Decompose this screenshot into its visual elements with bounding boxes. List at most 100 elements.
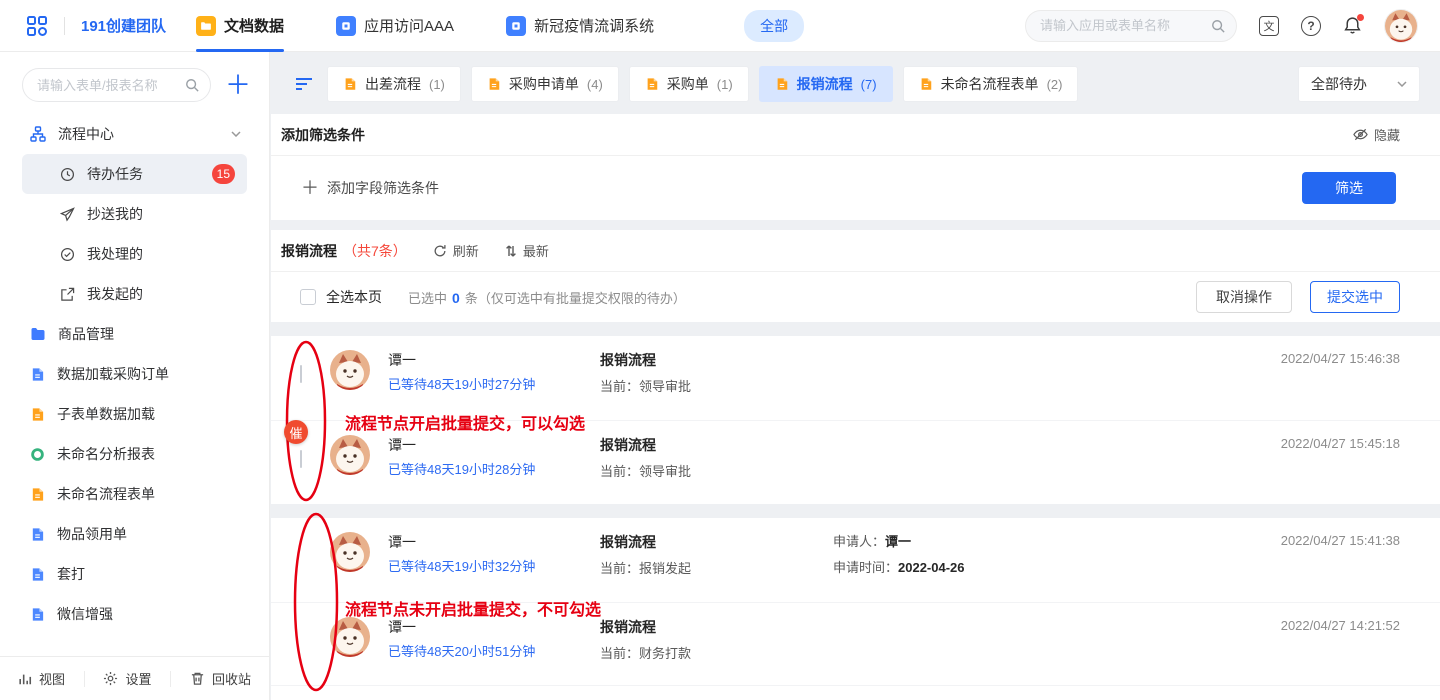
sidebar-footer: 视图 设置 回收站: [0, 656, 269, 700]
all-apps-pill[interactable]: 全部: [744, 10, 804, 42]
avatar: [330, 435, 370, 475]
hide-filters-button[interactable]: 隐藏: [1353, 125, 1400, 144]
avatar: [330, 617, 370, 657]
task-current-node: 当前：报销发起: [600, 560, 815, 578]
sidebar-item-started-by-me[interactable]: 我发起的: [22, 274, 247, 314]
add-filter-field-button[interactable]: ＋ 添加字段筛选条件: [301, 178, 439, 198]
filter-tab-count: (4): [587, 77, 603, 92]
chevron-down-icon: [231, 131, 241, 137]
task-row[interactable]: 谭一 已等待48天19小时28分钟 报销流程 当前：领导审批 2022/04/2…: [271, 420, 1440, 504]
sidebar-form-item[interactable]: 数据加载采购订单: [0, 354, 269, 394]
submit-selected-button[interactable]: 提交选中: [1310, 281, 1400, 313]
app-grid-icon[interactable]: [26, 15, 48, 37]
sidebar-item-todo-tasks[interactable]: 待办任务 15: [22, 154, 247, 194]
select-all-checkbox[interactable]: [300, 289, 316, 305]
footer-divider: [84, 671, 85, 687]
task-row[interactable]: 谭一 已等待48天20小时51分钟 报销流程 当前：财务打款 2022/04/2…: [271, 602, 1440, 686]
tab-covid-system[interactable]: 新冠疫情流调系统: [504, 0, 656, 52]
header-app-tabs: 文档数据 应用访问AAA 新冠疫情流调系统: [194, 0, 704, 52]
filter-tab-purchase-order[interactable]: 采购单 (1): [629, 66, 749, 102]
help-icon[interactable]: ?: [1301, 16, 1321, 36]
gear-icon: [103, 671, 118, 686]
task-extra-fields: 申请人：谭一 申请时间：2022-04-26: [833, 532, 965, 578]
filter-tab-business-trip[interactable]: 出差流程 (1): [327, 66, 461, 102]
sidebar-form-item[interactable]: 物品领用单: [0, 514, 269, 554]
footer-views-button[interactable]: 视图: [18, 669, 65, 688]
task-title: 报销流程: [600, 435, 815, 455]
sidebar-item-cc-to-me[interactable]: 抄送我的: [22, 194, 247, 234]
filter-tab-purchase-request[interactable]: 采购申请单 (4): [471, 66, 619, 102]
task-row[interactable]: 谭一 已等待48天19小时27分钟 报销流程 当前：领导审批 2022/04/2…: [271, 336, 1440, 420]
header-search-input[interactable]: [1025, 10, 1237, 42]
refresh-icon: [433, 244, 447, 258]
trash-icon: [190, 671, 205, 686]
task-wait-time: 已等待48天19小时32分钟: [388, 558, 582, 576]
footer-recycle-bin-button[interactable]: 回收站: [190, 669, 251, 688]
filter-list-icon[interactable]: [295, 76, 313, 92]
task-checkbox[interactable]: [300, 365, 302, 383]
filter-tab-unnamed-process-form[interactable]: 未命名流程表单 (2): [903, 66, 1079, 102]
apply-time-value: 2022-04-26: [898, 560, 965, 575]
task-owner-name: 谭一: [388, 350, 582, 370]
team-name[interactable]: 191创建团队: [81, 15, 166, 36]
tab-label: 应用访问AAA: [364, 15, 454, 36]
cancel-operation-button[interactable]: 取消操作: [1196, 281, 1292, 313]
sidebar-form-item[interactable]: 未命名分析报表: [0, 434, 269, 474]
doc-icon-orange: [487, 77, 501, 91]
search-icon[interactable]: [1211, 19, 1225, 36]
filter-tab-count: (1): [717, 77, 733, 92]
tab-doc-data[interactable]: 文档数据: [194, 0, 286, 52]
scope-dropdown-value: 全部待办: [1311, 74, 1367, 94]
task-row[interactable]: 谭一 已等待48天19小时32分钟 报销流程 当前：报销发起 申请人：谭一 申请…: [271, 518, 1440, 602]
filter-tab-label: 报销流程: [797, 74, 853, 94]
tab-app-access[interactable]: 应用访问AAA: [334, 0, 456, 52]
clock-icon: [60, 167, 75, 182]
tab-label: 文档数据: [224, 15, 284, 36]
doc-icon-blue: [30, 607, 45, 622]
footer-label: 回收站: [212, 669, 251, 688]
task-timestamp: 2022/04/27 15:41:38: [1281, 532, 1400, 550]
footer-divider: [170, 671, 171, 687]
task-owner-name: 谭一: [388, 532, 582, 552]
sidebar-form-item[interactable]: 套打: [0, 554, 269, 594]
task-checkbox[interactable]: [300, 450, 302, 468]
folder-app-icon: [196, 16, 216, 36]
bell-icon[interactable]: [1343, 16, 1362, 35]
user-avatar[interactable]: [1384, 9, 1418, 43]
selected-suffix: 条（仅可选中有批量提交权限的待办）: [465, 288, 686, 307]
refresh-label: 刷新: [453, 241, 479, 260]
avatar: [330, 350, 370, 390]
footer-settings-button[interactable]: 设置: [103, 669, 151, 688]
sort-arrows-icon: [505, 244, 517, 258]
task-current-node: 当前：领导审批: [600, 463, 815, 481]
applicant-value: 谭一: [885, 534, 911, 549]
app-icon: [336, 16, 356, 36]
sidebar-folder-goods-management[interactable]: 商品管理: [0, 314, 269, 354]
filter-panel: 添加筛选条件 隐藏 ＋ 添加字段筛选条件 筛选: [271, 114, 1440, 220]
sidebar-search-input[interactable]: [22, 68, 211, 102]
sidebar-item-label: 我处理的: [87, 244, 143, 264]
sidebar-form-item[interactable]: 子表单数据加载: [0, 394, 269, 434]
doc-icon-orange: [919, 77, 933, 91]
task-timestamp: 2022/04/27 15:45:18: [1281, 435, 1400, 453]
urge-badge[interactable]: 催: [284, 420, 308, 444]
sidebar-form-item[interactable]: 未命名流程表单: [0, 474, 269, 514]
doc-icon-blue: [30, 567, 45, 582]
doc-icon-orange: [343, 77, 357, 91]
sort-latest-button[interactable]: 最新: [505, 241, 549, 260]
footer-label: 设置: [125, 669, 151, 688]
footer-label: 视图: [39, 669, 65, 688]
filter-tab-reimbursement[interactable]: 报销流程 (7): [759, 66, 893, 102]
scope-dropdown[interactable]: 全部待办: [1298, 66, 1420, 102]
filter-apply-button[interactable]: 筛选: [1302, 172, 1396, 204]
sidebar-item-handled-by-me[interactable]: 我处理的: [22, 234, 247, 274]
chevron-down-icon: [1397, 81, 1407, 87]
sidebar-item-process-center[interactable]: 流程中心: [0, 114, 269, 154]
doc-icon-blue: [30, 367, 45, 382]
sidebar-item-label: 流程中心: [58, 124, 114, 144]
language-icon[interactable]: 文: [1259, 16, 1279, 36]
sidebar-form-item[interactable]: 微信增强: [0, 594, 269, 634]
refresh-button[interactable]: 刷新: [433, 241, 479, 260]
add-form-button[interactable]: ＋: [225, 74, 251, 96]
task-current-node: 当前：财务打款: [600, 645, 815, 663]
